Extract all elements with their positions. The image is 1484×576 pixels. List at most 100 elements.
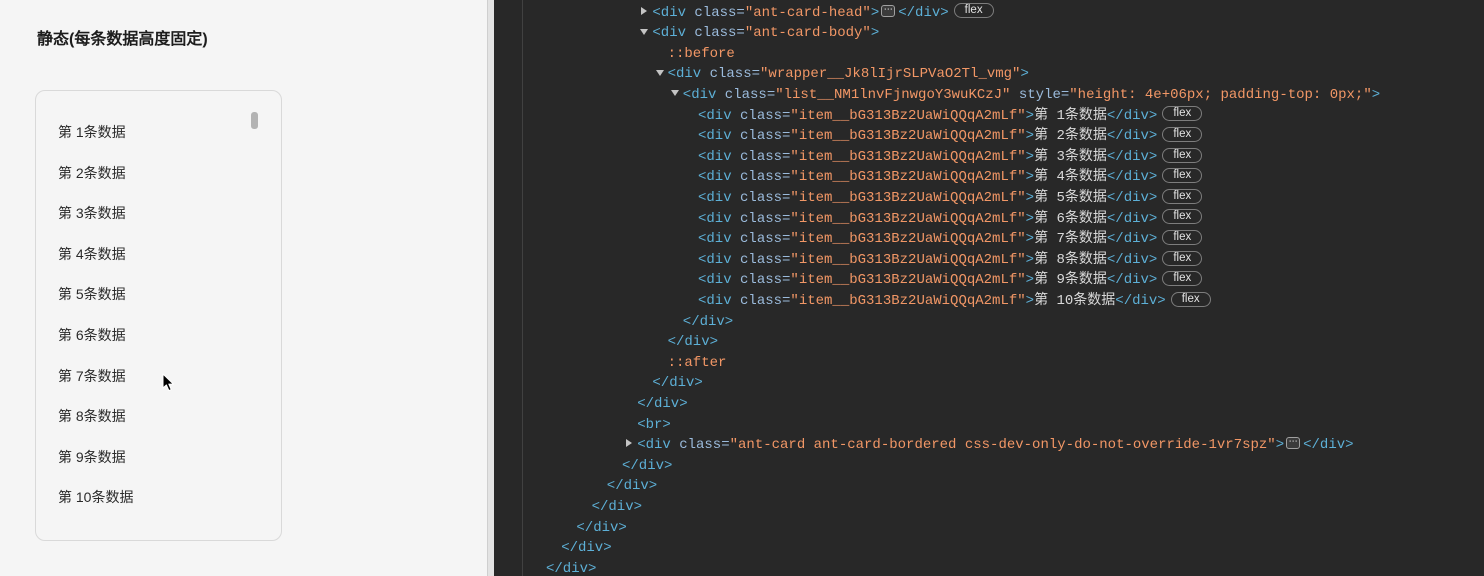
list-item: 第 7条数据	[58, 367, 126, 384]
tag-token: <div	[698, 210, 732, 227]
dom-node-line[interactable]: <div class="item__bG313Bz2UaWiQQqA2mLf">…	[494, 229, 1484, 250]
dom-node-line[interactable]: <div class="item__bG313Bz2UaWiQQqA2mLf">…	[494, 106, 1484, 127]
expanded-triangle-icon[interactable]	[655, 69, 664, 76]
flex-badge[interactable]: flex	[1162, 271, 1203, 287]
attribute-name-token: class=	[716, 87, 776, 104]
attribute-name-token: class=	[731, 231, 791, 248]
tag-token: </div>	[591, 498, 643, 515]
attribute-value-token: "item__bG313Bz2UaWiQQqA2mLf"	[790, 190, 1026, 207]
tag-token: </div>	[1106, 210, 1158, 227]
attribute-value-token: "ant-card-body"	[744, 25, 871, 42]
dom-node-line[interactable]: ::before	[494, 44, 1484, 65]
tag-token: >	[1025, 251, 1035, 268]
tag-token: <div	[637, 437, 671, 454]
list-card: 第 1条数据 第 2条数据 第 3条数据 第 4条数据 第 5条数据 第 6条数…	[35, 90, 282, 541]
dom-node-line[interactable]: <br>	[494, 415, 1484, 436]
list-item: 第 2条数据	[58, 164, 126, 181]
attribute-value-token: "list__NM1lnvFjnwgoY3wuKCzJ"	[775, 87, 1011, 104]
dom-node-line[interactable]: <div class="item__bG313Bz2UaWiQQqA2mLf">…	[494, 167, 1484, 188]
dom-node-line[interactable]: </div>	[494, 394, 1484, 415]
attribute-value-token: "item__bG313Bz2UaWiQQqA2mLf"	[790, 107, 1026, 124]
dom-node-line[interactable]: <div class="item__bG313Bz2UaWiQQqA2mLf">…	[494, 291, 1484, 312]
tag-token: </div>	[1106, 231, 1158, 248]
mouse-pointer-icon	[162, 373, 174, 392]
text-node-token: 第 2条数据	[1034, 128, 1107, 145]
text-node-token: 第 9条数据	[1034, 272, 1107, 289]
dom-node-line[interactable]: <div class="item__bG313Bz2UaWiQQqA2mLf">…	[494, 126, 1484, 147]
expand-ellipsis-button[interactable]: ⋯	[1286, 437, 1301, 450]
collapsed-triangle-icon[interactable]	[626, 439, 633, 448]
flex-badge[interactable]: flex	[1162, 106, 1203, 122]
tag-token: </div>	[1106, 148, 1158, 165]
flex-badge[interactable]: flex	[1162, 168, 1203, 184]
dom-node-line[interactable]: <div class="wrapper__Jk8lIjrSLPVaO2Tl_vm…	[494, 64, 1484, 85]
expanded-triangle-icon[interactable]	[670, 90, 679, 97]
text-node-token: 第 8条数据	[1034, 251, 1107, 268]
text-node-token: 第 1条数据	[1034, 107, 1107, 124]
tag-token: >	[1025, 210, 1035, 227]
flex-badge[interactable]: flex	[1162, 127, 1203, 143]
dom-node-line[interactable]: <div class="item__bG313Bz2UaWiQQqA2mLf">…	[494, 147, 1484, 168]
dom-node-line[interactable]: </div>	[494, 538, 1484, 559]
dom-node-line[interactable]: <div class="item__bG313Bz2UaWiQQqA2mLf">…	[494, 188, 1484, 209]
attribute-value-token: "item__bG313Bz2UaWiQQqA2mLf"	[790, 251, 1026, 268]
list-scrollbar-thumb[interactable]	[251, 112, 258, 129]
panel-divider[interactable]	[487, 0, 494, 576]
flex-badge[interactable]: flex	[1162, 250, 1203, 266]
tag-token: </div>	[637, 395, 688, 412]
list-item: 第 9条数据	[58, 448, 126, 465]
attribute-name-token: class=	[670, 437, 730, 454]
attribute-name-token: class=	[731, 169, 791, 186]
text-node-token: 第 4条数据	[1034, 169, 1107, 186]
dom-node-line[interactable]: <div class="ant-card-head"> ⋯ </div> flex	[494, 3, 1484, 24]
dom-node-line[interactable]: </div>	[494, 312, 1484, 333]
dom-node-line[interactable]: <div class="ant-card-body">	[494, 23, 1484, 44]
flex-badge[interactable]: flex	[1170, 291, 1211, 307]
list-item: 第 10条数据	[58, 489, 134, 506]
tag-token: </div>	[682, 313, 734, 330]
list: 第 1条数据 第 2条数据 第 3条数据 第 4条数据 第 5条数据 第 6条数…	[58, 112, 133, 518]
list-item: 第 6条数据	[58, 326, 126, 343]
list-item: 第 4条数据	[58, 245, 126, 262]
attribute-name-token: class=	[731, 148, 791, 165]
dom-node-line[interactable]: <div class="ant-card ant-card-bordered c…	[494, 435, 1484, 456]
dom-node-line[interactable]: ::after	[494, 353, 1484, 374]
attribute-name-token: class=	[731, 251, 791, 268]
list-viewport[interactable]: 第 1条数据 第 2条数据 第 3条数据 第 4条数据 第 5条数据 第 6条数…	[36, 91, 281, 540]
dom-node-line[interactable]: <div class="list__NM1lnvFjnwgoY3wuKCzJ" …	[494, 85, 1484, 106]
attribute-value-token: "item__bG313Bz2UaWiQQqA2mLf"	[790, 128, 1026, 145]
expand-ellipsis-button[interactable]: ⋯	[881, 4, 896, 17]
text-node-token: 第 5条数据	[1034, 190, 1107, 207]
tag-token: >	[1020, 66, 1029, 83]
dom-node-line[interactable]: </div>	[494, 476, 1484, 497]
flex-badge[interactable]: flex	[1162, 209, 1203, 225]
tag-token: </div>	[1106, 190, 1158, 207]
attribute-value-token: "ant-card-head"	[744, 4, 871, 21]
flex-badge[interactable]: flex	[1162, 230, 1203, 246]
flex-badge[interactable]: flex	[953, 3, 994, 19]
text-node-token: 第 6条数据	[1034, 210, 1107, 227]
tag-token: <div	[698, 148, 732, 165]
tag-token: </div>	[1106, 128, 1158, 145]
dom-node-line[interactable]: </div>	[494, 497, 1484, 518]
dom-node-line[interactable]: <div class="item__bG313Bz2UaWiQQqA2mLf">…	[494, 209, 1484, 230]
tag-token: <div	[698, 190, 732, 207]
collapsed-triangle-icon[interactable]	[641, 6, 648, 15]
dom-node-line[interactable]: <div class="item__bG313Bz2UaWiQQqA2mLf">…	[494, 250, 1484, 271]
dom-node-line[interactable]: </div>	[494, 559, 1484, 576]
flex-badge[interactable]: flex	[1162, 188, 1203, 204]
flex-badge[interactable]: flex	[1162, 147, 1203, 163]
attribute-value-token: "item__bG313Bz2UaWiQQqA2mLf"	[790, 231, 1026, 248]
dom-node-line[interactable]: </div>	[494, 373, 1484, 394]
dom-node-line[interactable]: </div>	[494, 456, 1484, 477]
tag-token: >	[1025, 293, 1035, 309]
attribute-value-token: "height: 4e+06px; padding-top: 0px;"	[1069, 87, 1372, 104]
dom-node-line[interactable]: <div class="item__bG313Bz2UaWiQQqA2mLf">…	[494, 270, 1484, 291]
attribute-name-token: class=	[731, 293, 791, 309]
dom-node-line[interactable]: </div>	[494, 332, 1484, 353]
list-item: 第 5条数据	[58, 286, 126, 303]
tag-token: <div	[698, 293, 732, 309]
tag-token: >	[1025, 148, 1035, 165]
dom-node-line[interactable]: </div>	[494, 518, 1484, 539]
expanded-triangle-icon[interactable]	[640, 28, 649, 35]
